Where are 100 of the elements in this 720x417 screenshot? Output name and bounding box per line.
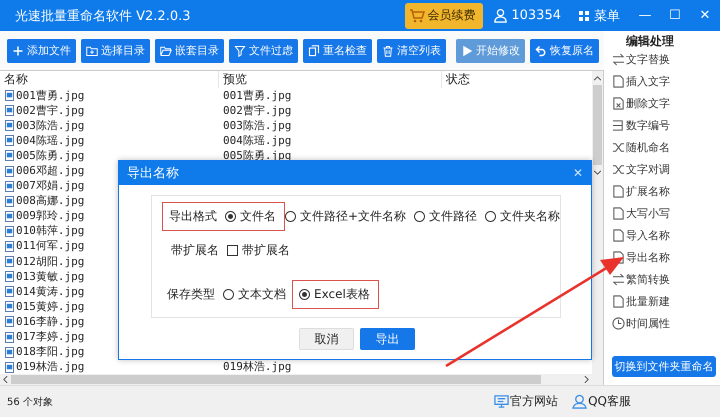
toolbar-button[interactable]: 重名检查 (303, 38, 372, 62)
image-file-icon (5, 166, 14, 177)
filter-icon (234, 44, 246, 56)
file-name: 017李婷.jpg (16, 330, 84, 344)
panel-item[interactable]: 导出名称 (612, 246, 720, 268)
window-control-button[interactable]: ✕ (690, 8, 720, 23)
panel-item[interactable]: 插入文字 (612, 70, 720, 92)
file-name: 011何军.jpg (16, 239, 84, 254)
folder-open-icon (160, 44, 172, 56)
file-name: 013黄敏.jpg (16, 270, 84, 284)
scroll-thumb[interactable] (11, 375, 542, 384)
footer-link[interactable]: 官方网站 (494, 393, 558, 410)
monitor-icon (494, 394, 510, 409)
column-header[interactable]: 预览 (219, 71, 442, 88)
lines-icon (612, 118, 626, 132)
object-count: 56 个对象 (6, 396, 53, 408)
document-icon (612, 206, 626, 220)
radio-option[interactable]: 文件夹名称 (485, 208, 560, 225)
toolbar-button[interactable]: 嵌套目录 (155, 38, 224, 62)
radio-option[interactable]: 文件路径+文件名称 (285, 208, 406, 225)
menu-button[interactable]: 菜单 (579, 6, 620, 24)
toolbar-button[interactable]: 恢复原名 (530, 38, 600, 62)
panel-item[interactable]: 数字编号 (612, 114, 720, 136)
toolbar-button[interactable]: 文件过虑 (229, 38, 298, 62)
image-file-icon (5, 332, 14, 343)
toolbar-button[interactable]: 添加文件 (7, 38, 76, 62)
swap-arrows-icon (612, 52, 626, 66)
radio-button[interactable] (485, 211, 496, 222)
image-file-icon (5, 256, 14, 268)
document-icon (612, 96, 626, 110)
radio-button[interactable] (299, 289, 310, 300)
switch-mode-button[interactable]: 切换到文件夹重命名 (612, 356, 716, 377)
panel-item[interactable]: 大写小写 (612, 202, 720, 224)
image-file-icon (5, 196, 14, 207)
radio-button[interactable] (285, 211, 296, 222)
file-name: 016李静.jpg (16, 314, 84, 329)
undo-icon (535, 44, 548, 56)
file-name: 001曹勇.jpg (16, 88, 84, 103)
preview-name: 004陈瑶.jpg (223, 134, 292, 148)
checkbox-option[interactable]: 带扩展名 (227, 242, 290, 259)
panel-item[interactable]: 时间属性 (612, 312, 720, 334)
play-icon (461, 44, 474, 56)
window-control-button[interactable]: — (630, 8, 660, 23)
dialog-title: 导出名称 (127, 165, 179, 182)
toolbar-button[interactable]: 选择目录 (81, 38, 150, 62)
footer-link[interactable]: QQ客服 (572, 393, 631, 410)
scroll-thumb[interactable] (593, 85, 602, 165)
image-file-icon (5, 286, 14, 298)
column-header[interactable]: 名称 (0, 71, 219, 88)
document-icon (612, 250, 626, 264)
radio-option[interactable]: Excel表格 (299, 286, 370, 303)
panel-item[interactable]: 文字对调 (612, 158, 720, 180)
dialog-button[interactable]: 导出 (360, 328, 415, 350)
radio-button[interactable] (225, 211, 236, 222)
vip-renew-button[interactable]: 会员续费 (405, 2, 484, 28)
shuffle-icon (612, 162, 626, 176)
panel-item[interactable]: 导入名称 (612, 224, 720, 246)
user-icon (493, 8, 508, 23)
image-file-icon (5, 362, 14, 373)
image-file-icon (5, 105, 14, 116)
image-file-icon (5, 180, 14, 192)
file-name: 008高娜.jpg (16, 194, 84, 208)
trash-icon (382, 44, 394, 56)
toolbar-button[interactable]: 清空列表 (377, 38, 446, 62)
panel-item[interactable]: 删除文字 (612, 92, 720, 114)
column-header[interactable]: 状态 (442, 71, 592, 88)
file-name: 009郭玲.jpg (16, 209, 84, 224)
preview-name: 002曹宇.jpg (223, 104, 292, 118)
vertical-scrollbar[interactable] (592, 71, 604, 385)
option-label: 保存类型 (167, 286, 215, 303)
radio-button[interactable] (414, 211, 426, 222)
file-name: 002曹宇.jpg (16, 104, 84, 118)
checkbox[interactable] (227, 245, 238, 256)
panel-item[interactable]: 文字替换 (612, 48, 720, 70)
dialog-button[interactable]: 取消 (299, 328, 354, 350)
preview-name: 001曹勇.jpg (223, 88, 292, 103)
panel-item[interactable]: 扩展名称 (612, 180, 720, 202)
horizontal-scrollbar[interactable] (0, 374, 592, 385)
radio-option[interactable]: 文本文档 (223, 286, 286, 303)
file-name: 006邓超.jpg (16, 164, 84, 178)
file-name: 019林浩.jpg (16, 360, 84, 374)
image-file-icon (5, 210, 14, 222)
copy-icon (308, 44, 320, 56)
option-label: 导出格式 (169, 208, 217, 225)
panel-item[interactable]: 繁简转换 (612, 268, 720, 290)
user-id: 103354 (511, 8, 561, 23)
radio-button[interactable] (223, 289, 234, 300)
document-icon (612, 184, 626, 198)
folder-add-icon (86, 44, 98, 56)
document-icon (612, 228, 626, 242)
image-file-icon (5, 316, 14, 328)
radio-option[interactable]: 文件路径 (414, 208, 478, 225)
window-control-button[interactable]: ☐ (660, 8, 690, 23)
plus-icon (12, 44, 24, 56)
radio-option[interactable]: 文件名 (225, 208, 276, 225)
panel-item[interactable]: 随机命名 (612, 136, 720, 158)
file-name: 005陈勇.jpg (16, 148, 84, 163)
image-file-icon (5, 346, 14, 358)
panel-item[interactable]: 批量新建 (612, 290, 720, 312)
cart-icon (409, 8, 426, 24)
